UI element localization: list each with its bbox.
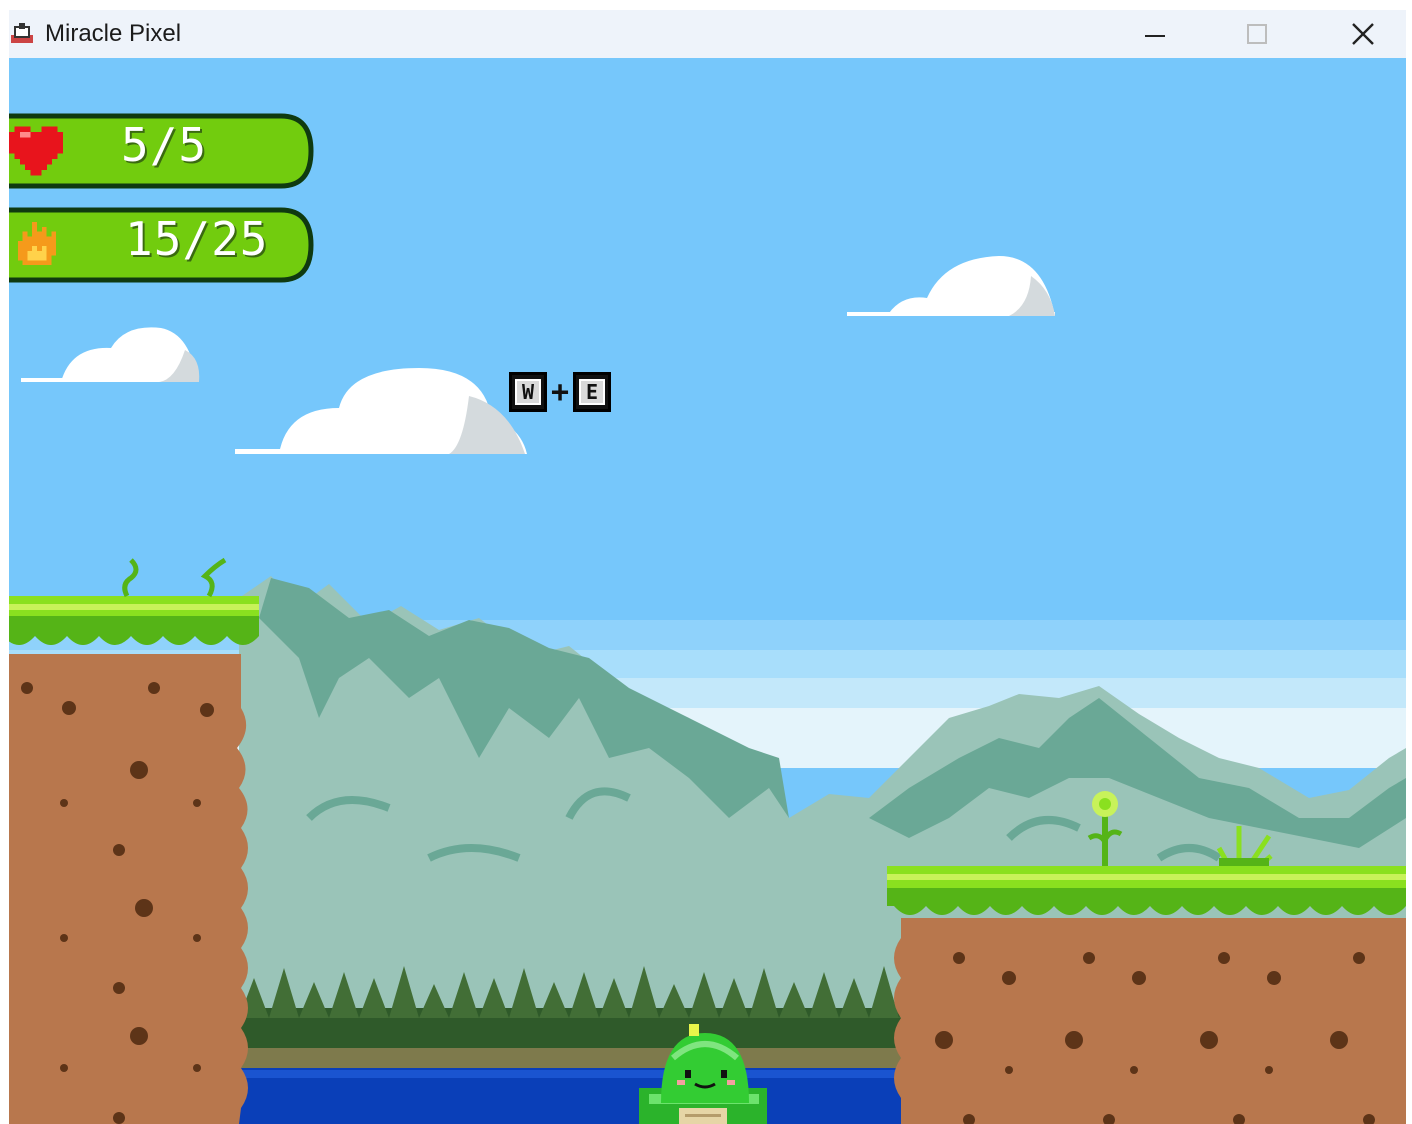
health-bar: 5/5 <box>9 112 317 190</box>
water <box>239 1068 919 1124</box>
minimize-icon <box>1145 35 1165 37</box>
game-window: Miracle Pixel 5/5 15/25 W + E <box>9 10 1406 1124</box>
maximize-icon <box>1247 24 1267 44</box>
window-title: Miracle Pixel <box>45 20 182 47</box>
key-hint: W + E <box>509 372 612 412</box>
game-canvas[interactable]: 5/5 15/25 W + E <box>9 58 1406 1124</box>
title-bar[interactable]: Miracle Pixel <box>9 10 1406 58</box>
key-w-label: W <box>515 379 541 405</box>
fire-value: 15/25 <box>125 212 269 266</box>
health-value: 5/5 <box>121 118 208 172</box>
minimize-button[interactable] <box>1125 10 1185 58</box>
fire-icon <box>17 222 57 266</box>
close-button[interactable] <box>1333 10 1393 58</box>
key-plus: + <box>551 374 570 410</box>
key-e-label: E <box>579 379 606 405</box>
fire-bar: 15/25 <box>9 206 317 284</box>
close-icon <box>1352 23 1374 45</box>
key-w: W <box>509 372 547 412</box>
heart-icon <box>9 126 63 176</box>
maximize-button[interactable] <box>1227 10 1287 58</box>
app-icon <box>11 23 33 43</box>
key-e: E <box>573 372 612 412</box>
